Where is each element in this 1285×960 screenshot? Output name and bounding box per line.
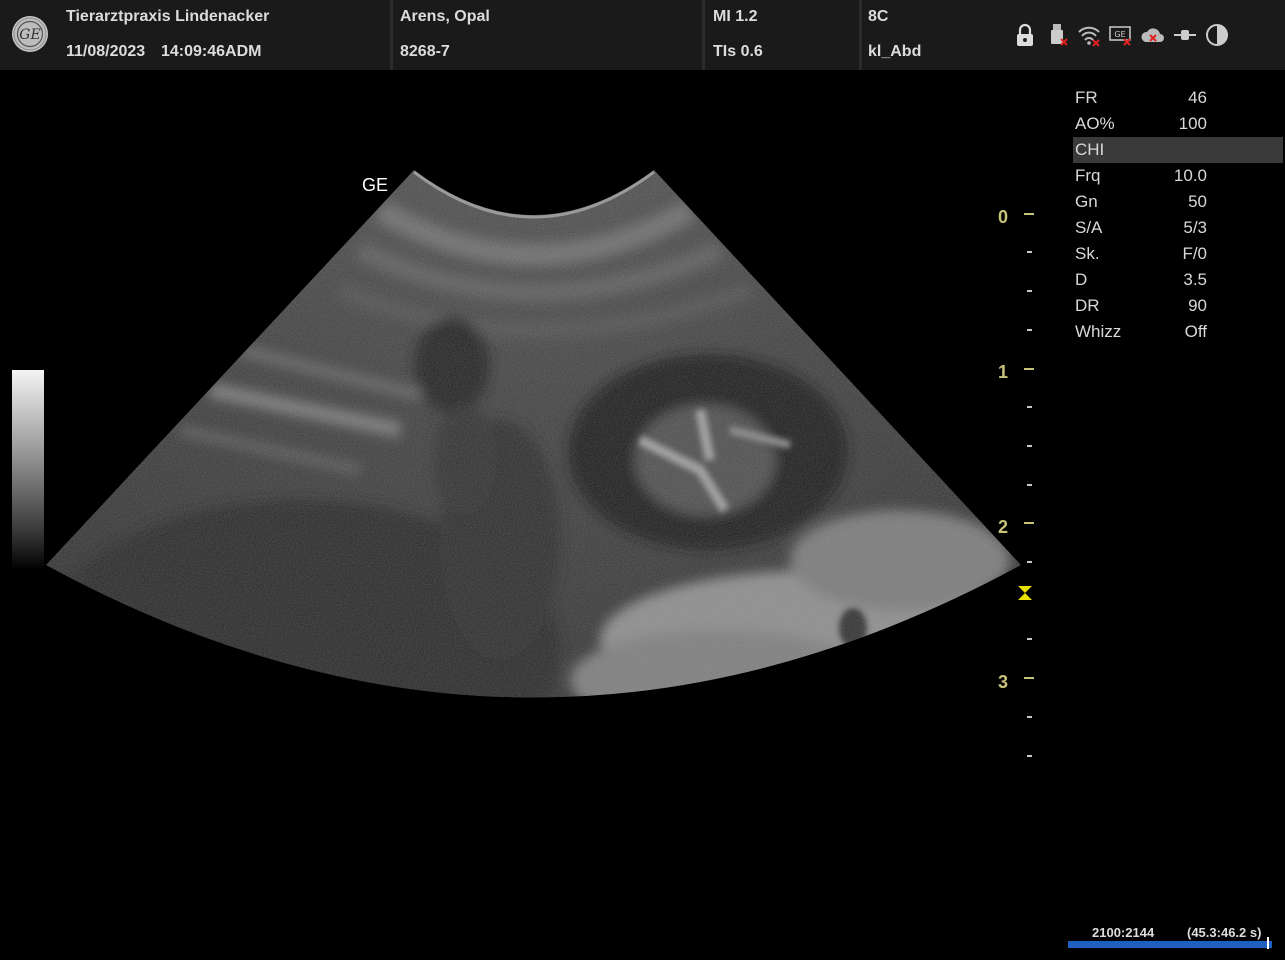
network-icon <box>1173 22 1197 48</box>
patient-name: Arens, Opal <box>400 8 490 25</box>
ge-logo-icon: GE <box>12 16 48 52</box>
param-sk: Sk. F/0 <box>1073 241 1283 267</box>
focus-marker-icon[interactable] <box>1016 585 1034 601</box>
cine-time: (45.3:46.2 s) <box>1187 925 1262 940</box>
usb-icon <box>1045 22 1069 48</box>
depth-tick <box>1027 561 1032 563</box>
probe-orientation-label: GE <box>362 175 389 195</box>
depth-tick <box>1027 329 1032 331</box>
svg-text:GE: GE <box>19 27 40 43</box>
depth-tick <box>1027 406 1032 408</box>
lock-icon <box>1013 22 1037 48</box>
patient-panel[interactable]: Arens, Opal 8268-7 <box>393 0 705 70</box>
param-fr: FR 46 <box>1073 85 1283 111</box>
svg-text:GE: GE <box>1114 30 1125 39</box>
depth-label-1: 1 <box>998 362 1009 382</box>
ultrasound-image[interactable] <box>0 70 1060 830</box>
param-label: AO% <box>1075 114 1115 133</box>
param-value: 10.0 <box>1173 166 1207 185</box>
patient-id: 8268-7 <box>400 43 450 60</box>
wifi-icon <box>1077 22 1101 48</box>
institution-name: Tierarztpraxis Lindenacker <box>66 8 270 25</box>
param-chi: CHI <box>1073 137 1283 163</box>
cloud-icon <box>1141 22 1165 48</box>
grayscale-bar <box>12 370 44 570</box>
contrast-icon <box>1205 22 1229 48</box>
depth-tick <box>1024 213 1034 215</box>
param-label: Whizz <box>1075 322 1122 341</box>
mechanical-index: MI 1.2 <box>713 8 758 25</box>
preset-name: kl_Abd <box>868 43 922 60</box>
exam-time: 14:09:46ADM <box>161 43 262 60</box>
param-label: Frq <box>1075 166 1101 185</box>
param-value: Off <box>1184 322 1207 341</box>
cine-progress-bar[interactable] <box>1068 941 1272 948</box>
exam-date: 11/08/2023 <box>66 43 146 60</box>
safety-index-panel: MI 1.2 TIs 0.6 <box>705 0 862 70</box>
depth-label-3: 3 <box>998 672 1009 692</box>
probe-name: 8C <box>868 8 889 25</box>
param-label: DR <box>1075 296 1100 315</box>
param-d: D 3.5 <box>1073 267 1283 293</box>
param-label: CHI <box>1075 140 1105 159</box>
depth-tick <box>1027 290 1032 292</box>
param-value: 100 <box>1178 114 1207 133</box>
dicom-icon: GE <box>1109 22 1133 48</box>
param-dr: DR 90 <box>1073 293 1283 319</box>
depth-tick <box>1027 638 1032 640</box>
depth-tick <box>1027 251 1032 253</box>
depth-tick <box>1027 484 1032 486</box>
thermal-index: TIs 0.6 <box>713 43 763 60</box>
ultrasound-screen: GE Tierarztpraxis Lindenacker 11/08/2023… <box>0 0 1285 960</box>
param-label: Gn <box>1075 192 1098 211</box>
param-ao: AO% 100 <box>1073 111 1283 137</box>
param-sa: S/A 5/3 <box>1073 215 1283 241</box>
param-frq: Frq 10.0 <box>1073 163 1283 189</box>
depth-label-0: 0 <box>998 207 1009 227</box>
status-icons: GE <box>1013 22 1229 48</box>
imaging-parameters: FR 46 AO% 100 CHI Frq 10.0 Gn 50 S/A 5/3… <box>1073 85 1283 345</box>
param-value: 50 <box>1188 192 1207 211</box>
param-gn: Gn 50 <box>1073 189 1283 215</box>
sector-image <box>46 170 1021 698</box>
param-value: 46 <box>1188 88 1207 107</box>
param-label: FR <box>1075 88 1098 107</box>
depth-tick <box>1024 677 1034 679</box>
header-bar: GE Tierarztpraxis Lindenacker 11/08/2023… <box>0 0 1285 70</box>
probe-panel[interactable]: 8C kl_Abd GE <box>862 0 1285 70</box>
depth-tick <box>1027 755 1032 757</box>
param-value: F/0 <box>1182 244 1207 263</box>
param-label: S/A <box>1075 218 1103 237</box>
param-whizz: Whizz Off <box>1073 319 1283 345</box>
param-value: 5/3 <box>1183 218 1207 237</box>
depth-tick <box>1024 368 1034 370</box>
cine-position-cursor[interactable] <box>1267 937 1269 949</box>
param-label: Sk. <box>1075 244 1100 263</box>
depth-tick <box>1024 522 1034 524</box>
depth-label-2: 2 <box>998 517 1009 537</box>
param-value: 90 <box>1188 296 1207 315</box>
depth-tick <box>1027 445 1032 447</box>
cine-frame-counter: 2100:2144 <box>1092 925 1155 940</box>
depth-tick <box>1027 716 1032 718</box>
institution-panel: GE Tierarztpraxis Lindenacker 11/08/2023… <box>0 0 393 70</box>
param-label: D <box>1075 270 1088 289</box>
param-value: 3.5 <box>1183 270 1207 289</box>
